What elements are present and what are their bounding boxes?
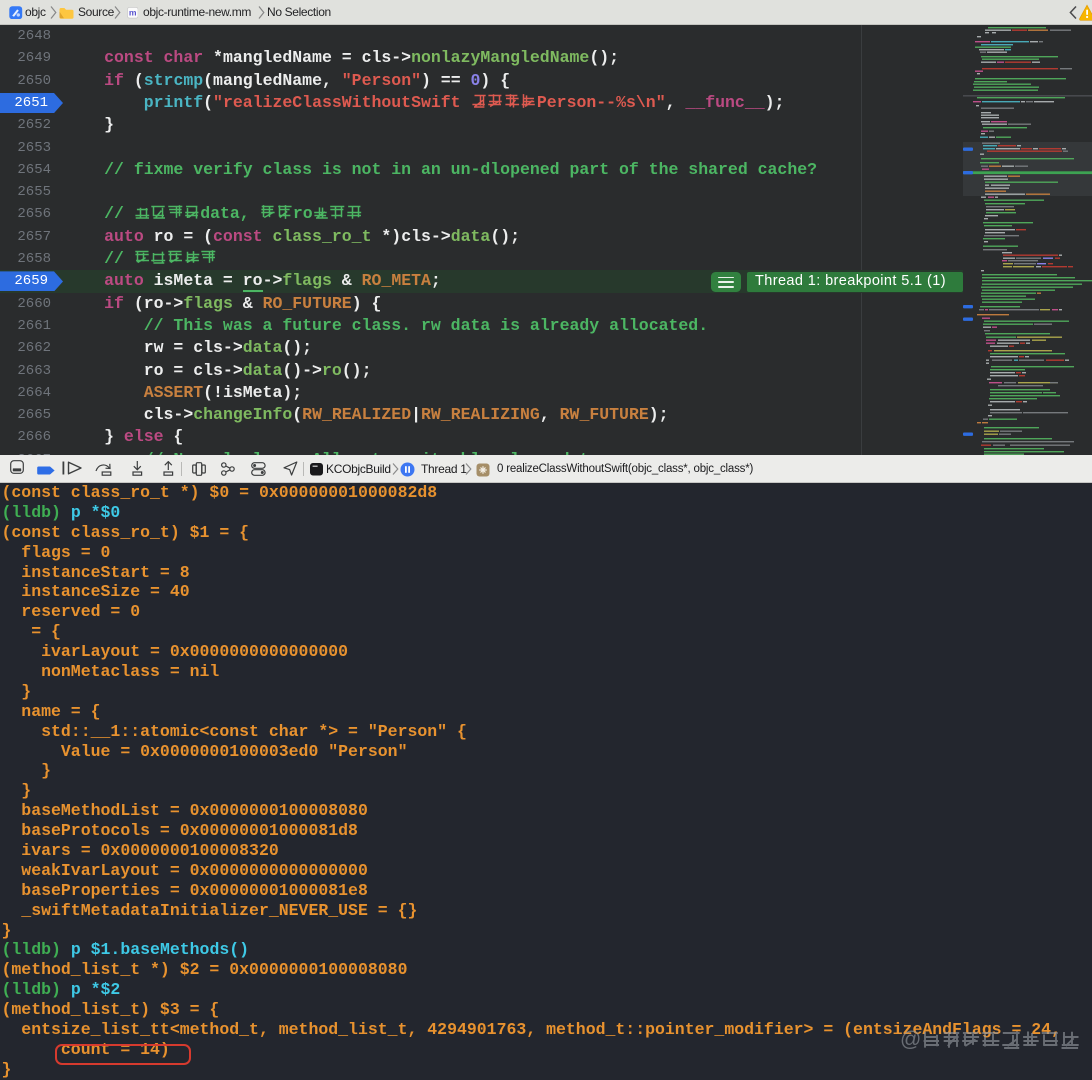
svg-text:m: m	[128, 8, 136, 18]
